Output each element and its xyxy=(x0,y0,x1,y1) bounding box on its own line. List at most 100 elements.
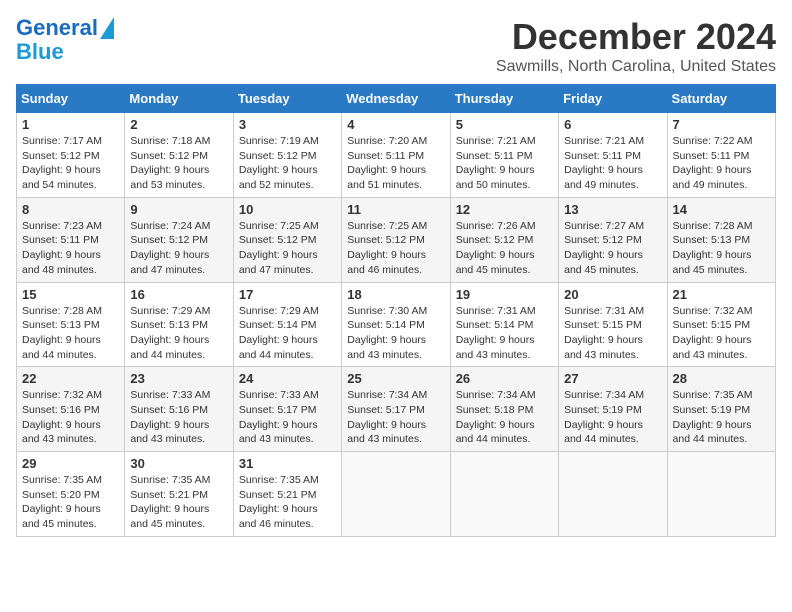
calendar-header: Sunday Monday Tuesday Wednesday Thursday… xyxy=(17,85,776,113)
daylight-label: Daylight: 9 hours and 43 minutes. xyxy=(673,334,752,361)
calendar-week-row: 15 Sunrise: 7:28 AM Sunset: 5:13 PM Dayl… xyxy=(17,282,776,367)
daylight-label: Daylight: 9 hours and 49 minutes. xyxy=(564,164,643,191)
calendar-cell: 29 Sunrise: 7:35 AM Sunset: 5:20 PM Dayl… xyxy=(17,452,125,537)
day-info: Sunrise: 7:35 AM Sunset: 5:19 PM Dayligh… xyxy=(673,388,770,447)
day-info: Sunrise: 7:21 AM Sunset: 5:11 PM Dayligh… xyxy=(456,134,553,193)
sunrise-label: Sunrise: 7:28 AM xyxy=(673,220,753,232)
calendar-cell: 1 Sunrise: 7:17 AM Sunset: 5:12 PM Dayli… xyxy=(17,113,125,198)
calendar-cell: 11 Sunrise: 7:25 AM Sunset: 5:12 PM Dayl… xyxy=(342,197,450,282)
month-title: December 2024 xyxy=(496,16,776,58)
sunset-label: Sunset: 5:15 PM xyxy=(673,319,751,331)
day-info: Sunrise: 7:32 AM Sunset: 5:15 PM Dayligh… xyxy=(673,304,770,363)
day-number: 13 xyxy=(564,202,661,217)
day-info: Sunrise: 7:25 AM Sunset: 5:12 PM Dayligh… xyxy=(347,219,444,278)
calendar-body: 1 Sunrise: 7:17 AM Sunset: 5:12 PM Dayli… xyxy=(17,113,776,537)
calendar-cell: 3 Sunrise: 7:19 AM Sunset: 5:12 PM Dayli… xyxy=(233,113,341,198)
sunset-label: Sunset: 5:21 PM xyxy=(130,489,208,501)
calendar-cell: 18 Sunrise: 7:30 AM Sunset: 5:14 PM Dayl… xyxy=(342,282,450,367)
daylight-label: Daylight: 9 hours and 44 minutes. xyxy=(564,419,643,446)
sunrise-label: Sunrise: 7:20 AM xyxy=(347,135,427,147)
day-info: Sunrise: 7:19 AM Sunset: 5:12 PM Dayligh… xyxy=(239,134,336,193)
day-info: Sunrise: 7:35 AM Sunset: 5:21 PM Dayligh… xyxy=(239,473,336,532)
calendar-cell: 31 Sunrise: 7:35 AM Sunset: 5:21 PM Dayl… xyxy=(233,452,341,537)
calendar-week-row: 29 Sunrise: 7:35 AM Sunset: 5:20 PM Dayl… xyxy=(17,452,776,537)
daylight-label: Daylight: 9 hours and 44 minutes. xyxy=(673,419,752,446)
logo-text: General xyxy=(16,16,98,40)
day-number: 7 xyxy=(673,117,770,132)
sunset-label: Sunset: 5:18 PM xyxy=(456,404,534,416)
sunrise-label: Sunrise: 7:26 AM xyxy=(456,220,536,232)
day-number: 22 xyxy=(22,371,119,386)
sunrise-label: Sunrise: 7:21 AM xyxy=(456,135,536,147)
sunrise-label: Sunrise: 7:17 AM xyxy=(22,135,102,147)
daylight-label: Daylight: 9 hours and 44 minutes. xyxy=(456,419,535,446)
sunset-label: Sunset: 5:14 PM xyxy=(239,319,317,331)
sunrise-label: Sunrise: 7:35 AM xyxy=(130,474,210,486)
day-info: Sunrise: 7:24 AM Sunset: 5:12 PM Dayligh… xyxy=(130,219,227,278)
sunset-label: Sunset: 5:13 PM xyxy=(22,319,100,331)
logo-icon xyxy=(100,17,114,39)
sunset-label: Sunset: 5:19 PM xyxy=(673,404,751,416)
calendar-cell: 10 Sunrise: 7:25 AM Sunset: 5:12 PM Dayl… xyxy=(233,197,341,282)
day-info: Sunrise: 7:35 AM Sunset: 5:20 PM Dayligh… xyxy=(22,473,119,532)
day-number: 5 xyxy=(456,117,553,132)
daylight-label: Daylight: 9 hours and 43 minutes. xyxy=(130,419,209,446)
calendar-cell: 22 Sunrise: 7:32 AM Sunset: 5:16 PM Dayl… xyxy=(17,367,125,452)
day-info: Sunrise: 7:31 AM Sunset: 5:15 PM Dayligh… xyxy=(564,304,661,363)
logo: General Blue xyxy=(16,16,114,64)
calendar-cell: 25 Sunrise: 7:34 AM Sunset: 5:17 PM Dayl… xyxy=(342,367,450,452)
header-friday: Friday xyxy=(559,85,667,113)
sunset-label: Sunset: 5:19 PM xyxy=(564,404,642,416)
calendar-cell: 26 Sunrise: 7:34 AM Sunset: 5:18 PM Dayl… xyxy=(450,367,558,452)
daylight-label: Daylight: 9 hours and 47 minutes. xyxy=(130,249,209,276)
calendar-cell xyxy=(559,452,667,537)
sunrise-label: Sunrise: 7:21 AM xyxy=(564,135,644,147)
sunset-label: Sunset: 5:11 PM xyxy=(347,150,424,162)
sunset-label: Sunset: 5:12 PM xyxy=(239,150,317,162)
sunrise-label: Sunrise: 7:33 AM xyxy=(239,389,319,401)
header-wednesday: Wednesday xyxy=(342,85,450,113)
calendar-cell: 28 Sunrise: 7:35 AM Sunset: 5:19 PM Dayl… xyxy=(667,367,775,452)
day-number: 18 xyxy=(347,287,444,302)
daylight-label: Daylight: 9 hours and 45 minutes. xyxy=(564,249,643,276)
header-saturday: Saturday xyxy=(667,85,775,113)
day-number: 12 xyxy=(456,202,553,217)
daylight-label: Daylight: 9 hours and 44 minutes. xyxy=(239,334,318,361)
calendar-cell: 24 Sunrise: 7:33 AM Sunset: 5:17 PM Dayl… xyxy=(233,367,341,452)
sunset-label: Sunset: 5:13 PM xyxy=(673,234,751,246)
day-number: 11 xyxy=(347,202,444,217)
sunrise-label: Sunrise: 7:19 AM xyxy=(239,135,319,147)
day-number: 24 xyxy=(239,371,336,386)
day-info: Sunrise: 7:34 AM Sunset: 5:18 PM Dayligh… xyxy=(456,388,553,447)
day-number: 16 xyxy=(130,287,227,302)
daylight-label: Daylight: 9 hours and 45 minutes. xyxy=(130,503,209,530)
calendar-cell: 23 Sunrise: 7:33 AM Sunset: 5:16 PM Dayl… xyxy=(125,367,233,452)
day-number: 25 xyxy=(347,371,444,386)
sunrise-label: Sunrise: 7:29 AM xyxy=(130,305,210,317)
daylight-label: Daylight: 9 hours and 45 minutes. xyxy=(456,249,535,276)
daylight-label: Daylight: 9 hours and 43 minutes. xyxy=(456,334,535,361)
sunset-label: Sunset: 5:12 PM xyxy=(130,150,208,162)
day-info: Sunrise: 7:33 AM Sunset: 5:17 PM Dayligh… xyxy=(239,388,336,447)
daylight-label: Daylight: 9 hours and 48 minutes. xyxy=(22,249,101,276)
calendar-week-row: 8 Sunrise: 7:23 AM Sunset: 5:11 PM Dayli… xyxy=(17,197,776,282)
logo-text-2: Blue xyxy=(16,40,64,64)
day-info: Sunrise: 7:28 AM Sunset: 5:13 PM Dayligh… xyxy=(22,304,119,363)
calendar-cell: 9 Sunrise: 7:24 AM Sunset: 5:12 PM Dayli… xyxy=(125,197,233,282)
day-info: Sunrise: 7:35 AM Sunset: 5:21 PM Dayligh… xyxy=(130,473,227,532)
day-info: Sunrise: 7:21 AM Sunset: 5:11 PM Dayligh… xyxy=(564,134,661,193)
day-info: Sunrise: 7:28 AM Sunset: 5:13 PM Dayligh… xyxy=(673,219,770,278)
day-info: Sunrise: 7:20 AM Sunset: 5:11 PM Dayligh… xyxy=(347,134,444,193)
sunset-label: Sunset: 5:12 PM xyxy=(22,150,100,162)
sunset-label: Sunset: 5:15 PM xyxy=(564,319,642,331)
daylight-label: Daylight: 9 hours and 54 minutes. xyxy=(22,164,101,191)
calendar-cell: 20 Sunrise: 7:31 AM Sunset: 5:15 PM Dayl… xyxy=(559,282,667,367)
daylight-label: Daylight: 9 hours and 53 minutes. xyxy=(130,164,209,191)
sunrise-label: Sunrise: 7:18 AM xyxy=(130,135,210,147)
sunset-label: Sunset: 5:17 PM xyxy=(239,404,317,416)
daylight-label: Daylight: 9 hours and 46 minutes. xyxy=(347,249,426,276)
day-info: Sunrise: 7:34 AM Sunset: 5:19 PM Dayligh… xyxy=(564,388,661,447)
sunset-label: Sunset: 5:12 PM xyxy=(130,234,208,246)
calendar-cell: 2 Sunrise: 7:18 AM Sunset: 5:12 PM Dayli… xyxy=(125,113,233,198)
day-info: Sunrise: 7:30 AM Sunset: 5:14 PM Dayligh… xyxy=(347,304,444,363)
